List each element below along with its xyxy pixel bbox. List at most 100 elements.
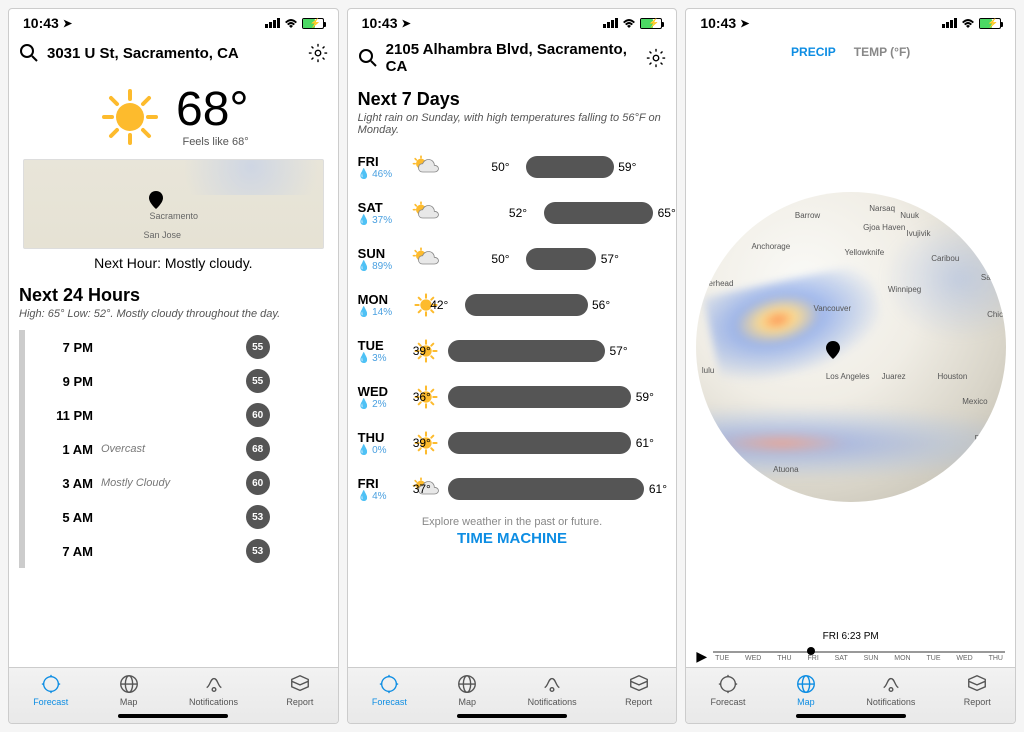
droplet-icon: 💧 — [358, 169, 370, 180]
hour-time: 3 AM — [35, 476, 93, 491]
tab-report[interactable]: Report — [286, 673, 313, 707]
current-temp: 68° — [176, 86, 249, 134]
globe-city-label: Ivujivik — [906, 229, 930, 238]
day-high-temp: 59° — [618, 160, 636, 174]
hour-temp-pill: 55 — [246, 335, 270, 359]
hour-condition: Mostly Cloudy — [101, 477, 170, 489]
timeline-day-label: MON — [894, 655, 910, 662]
tab-forecast[interactable]: Forecast — [711, 673, 746, 707]
day-name: THU — [358, 430, 404, 445]
tab-report[interactable]: Report — [964, 673, 991, 707]
map-data-tabs: PRECIP TEMP (°F) — [686, 45, 1015, 59]
home-indicator[interactable] — [796, 714, 906, 718]
tab-map[interactable]: Map — [794, 673, 818, 707]
search-icon[interactable] — [356, 46, 380, 70]
time-machine-link[interactable]: TIME MACHINE — [358, 530, 667, 547]
feels-like: Feels like 68° — [176, 136, 249, 148]
hour-row[interactable]: 7 PM 55 — [19, 330, 328, 364]
home-indicator[interactable] — [118, 714, 228, 718]
tab-forecast[interactable]: Forecast — [372, 673, 407, 707]
timeline-day-label: WED — [745, 655, 761, 662]
settings-icon[interactable] — [306, 41, 330, 65]
day-row[interactable]: FRI 💧46% 50° 59° — [358, 146, 667, 188]
globe-city-label: Puerto Ayora — [975, 434, 1006, 443]
next-hour-summary: Next Hour: Mostly cloudy. — [19, 255, 328, 271]
tab-map[interactable]: Map — [455, 673, 479, 707]
hour-temp-pill: 60 — [246, 403, 270, 427]
hour-time: 5 AM — [35, 510, 93, 525]
day-high-temp: 65° — [658, 206, 676, 220]
globe-city-label: Houston — [937, 372, 967, 381]
status-bar: 10:43➤ ⚡ — [686, 9, 1015, 35]
timeline-now-label: FRI 6:23 PM — [686, 631, 1015, 642]
hour-row[interactable]: 5 AM 53 — [19, 500, 328, 534]
weather-sun-icon — [98, 85, 162, 149]
globe-city-label: merhead — [702, 279, 734, 288]
next-7-title: Next 7 Days — [358, 89, 667, 110]
hour-row[interactable]: 7 AM 53 — [19, 534, 328, 568]
hour-row[interactable]: 1 AM Overcast 68 — [19, 432, 328, 466]
location-title[interactable]: 3031 U St, Sacramento, CA — [47, 45, 300, 62]
next-24-subtitle: High: 65° Low: 52°. Mostly cloudy throug… — [19, 308, 328, 320]
droplet-icon: 💧 — [358, 353, 370, 364]
tab-notifications[interactable]: Notifications — [528, 673, 577, 707]
next-24-title: Next 24 Hours — [19, 285, 328, 306]
hourly-list[interactable]: 7 PM 559 PM 5511 PM 601 AM Overcast 683 … — [19, 330, 328, 568]
day-precip: 💧46% — [358, 169, 404, 180]
droplet-icon: 💧 — [358, 261, 370, 272]
search-icon[interactable] — [17, 41, 41, 65]
location-services-icon: ➤ — [740, 17, 749, 30]
location-title[interactable]: 2105 Alhambra Blvd, Sacramento, CA — [386, 41, 639, 75]
daily-list[interactable]: FRI 💧46% 50° 59° SAT 💧37% 52° 65° SUN 💧8… — [358, 146, 667, 510]
temp-range-bar — [448, 340, 605, 362]
location-services-icon: ➤ — [401, 17, 410, 30]
temp-range-bar — [526, 248, 596, 270]
day-low-temp: 50° — [491, 160, 509, 174]
hour-time: 1 AM — [35, 442, 93, 457]
tab-report[interactable]: Report — [625, 673, 652, 707]
globe-view[interactable]: BarrowNarsaqNuukAnchorageYellowknifeIvuj… — [686, 63, 1015, 631]
globe-city-label: Mexico — [962, 397, 987, 406]
day-row[interactable]: WED 💧2% 36° 59° — [358, 376, 667, 418]
day-row[interactable]: TUE 💧3% 39° 57° — [358, 330, 667, 372]
globe-city-label: Narsaq — [869, 204, 895, 213]
day-low-temp: 39° — [413, 436, 431, 450]
play-button[interactable]: ▶ — [696, 648, 707, 665]
battery-icon: ⚡ — [979, 18, 1001, 29]
tab-notifications[interactable]: Notifications — [866, 673, 915, 707]
tab-precip[interactable]: PRECIP — [791, 45, 836, 59]
day-precip: 💧2% — [358, 399, 404, 410]
day-row[interactable]: SUN 💧89% 50° 57° — [358, 238, 667, 280]
tab-forecast[interactable]: Forecast — [33, 673, 68, 707]
day-row[interactable]: FRI 💧4% 37° 61° — [358, 468, 667, 510]
screen-map-globe: 10:43➤ ⚡ PRECIP TEMP (°F) BarrowNarsaqNu… — [685, 8, 1016, 724]
day-row[interactable]: SAT 💧37% 52° 65° — [358, 192, 667, 234]
hour-time: 9 PM — [35, 374, 93, 389]
tab-temp[interactable]: TEMP (°F) — [854, 45, 911, 59]
day-precip: 💧3% — [358, 353, 404, 364]
timeline: ▶ TUEWEDTHUFRISATSUNMONTUEWEDTHU — [686, 644, 1015, 667]
day-high-temp: 61° — [636, 436, 654, 450]
day-name: MON — [358, 292, 404, 307]
tab-map[interactable]: Map — [117, 673, 141, 707]
status-time: 10:43 — [23, 15, 59, 31]
tab-notifications[interactable]: Notifications — [189, 673, 238, 707]
day-precip: 💧0% — [358, 445, 404, 456]
day-row[interactable]: THU 💧0% 39° 61° — [358, 422, 667, 464]
hour-row[interactable]: 9 PM 55 — [19, 364, 328, 398]
globe-city-label: Vancouver — [813, 304, 851, 313]
hour-row[interactable]: 11 PM 60 — [19, 398, 328, 432]
hour-row[interactable]: 3 AM Mostly Cloudy 60 — [19, 466, 328, 500]
timeline-slider[interactable]: TUEWEDTHUFRISATSUNMONTUEWEDTHU — [713, 651, 1005, 662]
home-indicator[interactable] — [457, 714, 567, 718]
cellular-icon — [603, 18, 618, 28]
day-low-temp: 50° — [491, 252, 509, 266]
globe-city-label: Atuona — [773, 465, 798, 474]
day-row[interactable]: MON 💧14% 42° 56° — [358, 284, 667, 326]
settings-icon[interactable] — [644, 46, 668, 70]
temp-range-bar — [526, 156, 613, 178]
mini-map[interactable]: Sacramento San Jose — [23, 159, 324, 249]
day-high-temp: 59° — [636, 390, 654, 404]
globe-city-label: Caribou — [931, 254, 959, 263]
globe-city-label: Anchorage — [751, 242, 790, 251]
